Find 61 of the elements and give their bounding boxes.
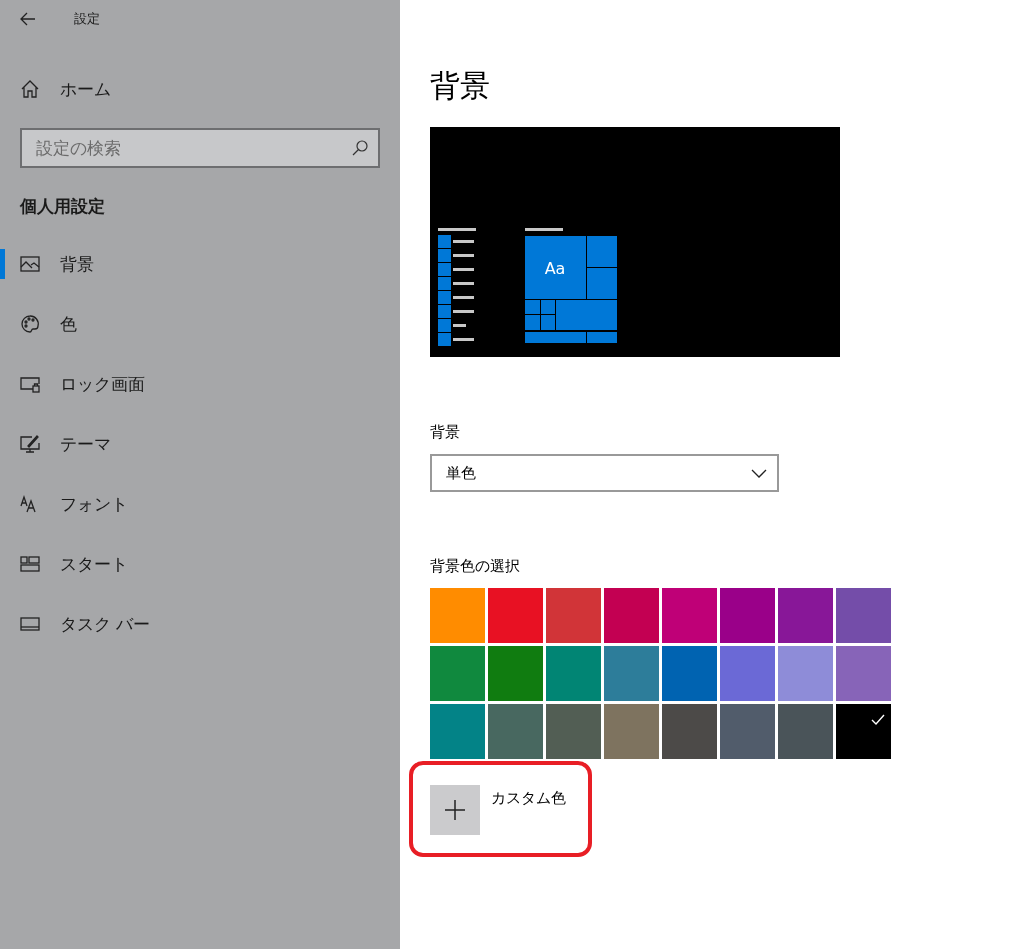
brush-monitor-icon: [20, 434, 40, 454]
color-swatch[interactable]: [720, 646, 775, 701]
nav-label: 背景: [60, 252, 94, 276]
color-swatch[interactable]: [836, 588, 891, 643]
add-custom-color-button[interactable]: [430, 785, 480, 835]
color-swatch[interactable]: [430, 646, 485, 701]
nav-label: フォント: [60, 492, 128, 516]
palette-icon: [20, 314, 40, 334]
picture-icon: [20, 254, 40, 274]
back-arrow-icon[interactable]: [20, 12, 36, 26]
nav-item[interactable]: スタート: [0, 549, 400, 579]
plus-icon: [445, 800, 465, 820]
color-swatch[interactable]: [662, 588, 717, 643]
color-swatch[interactable]: [604, 588, 659, 643]
nav-label: 色: [60, 312, 77, 336]
color-swatch[interactable]: [720, 704, 775, 759]
color-swatch[interactable]: [488, 588, 543, 643]
color-swatch[interactable]: [720, 588, 775, 643]
color-swatch[interactable]: [836, 646, 891, 701]
lock-screen-icon: [20, 374, 40, 394]
search-field[interactable]: 設定の検索: [20, 128, 380, 168]
page-title: 背景: [430, 67, 490, 105]
color-swatch[interactable]: [488, 646, 543, 701]
nav-item[interactable]: テーマ: [0, 429, 400, 459]
nav-label: テーマ: [60, 432, 111, 456]
color-swatch[interactable]: [604, 646, 659, 701]
nav-label: ロック画面: [60, 372, 145, 396]
window-title: 設定: [74, 10, 100, 28]
nav-item[interactable]: 色: [0, 309, 400, 339]
start-tiles-icon: [20, 554, 40, 574]
field-label: 背景色の選択: [430, 556, 520, 577]
color-swatch[interactable]: [662, 646, 717, 701]
custom-color-label: カスタム色: [491, 789, 566, 808]
color-swatch[interactable]: [546, 646, 601, 701]
nav-label: スタート: [60, 552, 128, 576]
search-icon: [352, 140, 368, 156]
color-swatch[interactable]: [604, 704, 659, 759]
color-swatch[interactable]: [778, 704, 833, 759]
background-dropdown[interactable]: 単色: [430, 454, 779, 492]
nav-label: タスク バー: [60, 612, 151, 636]
color-swatch[interactable]: [778, 646, 833, 701]
home-icon: [20, 79, 40, 99]
nav-item[interactable]: ロック画面: [0, 369, 400, 399]
color-swatch[interactable]: [836, 704, 891, 759]
color-swatch[interactable]: [488, 704, 543, 759]
color-swatch[interactable]: [546, 704, 601, 759]
nav-item[interactable]: フォント: [0, 489, 400, 519]
nav-item[interactable]: タスク バー: [0, 609, 400, 639]
color-swatch[interactable]: [430, 588, 485, 643]
home-link[interactable]: ホーム: [0, 59, 400, 119]
section-heading: 個人用設定: [20, 195, 106, 218]
taskbar-icon: [20, 614, 40, 634]
checkmark-icon: [871, 714, 885, 725]
chevron-down-icon: [751, 468, 767, 478]
color-swatch[interactable]: [662, 704, 717, 759]
field-label: 背景: [430, 422, 460, 443]
home-label: ホーム: [60, 77, 111, 101]
color-swatch[interactable]: [546, 588, 601, 643]
color-swatch[interactable]: [778, 588, 833, 643]
color-swatch[interactable]: [430, 704, 485, 759]
desktop-preview-drawing: Aa: [430, 127, 840, 357]
